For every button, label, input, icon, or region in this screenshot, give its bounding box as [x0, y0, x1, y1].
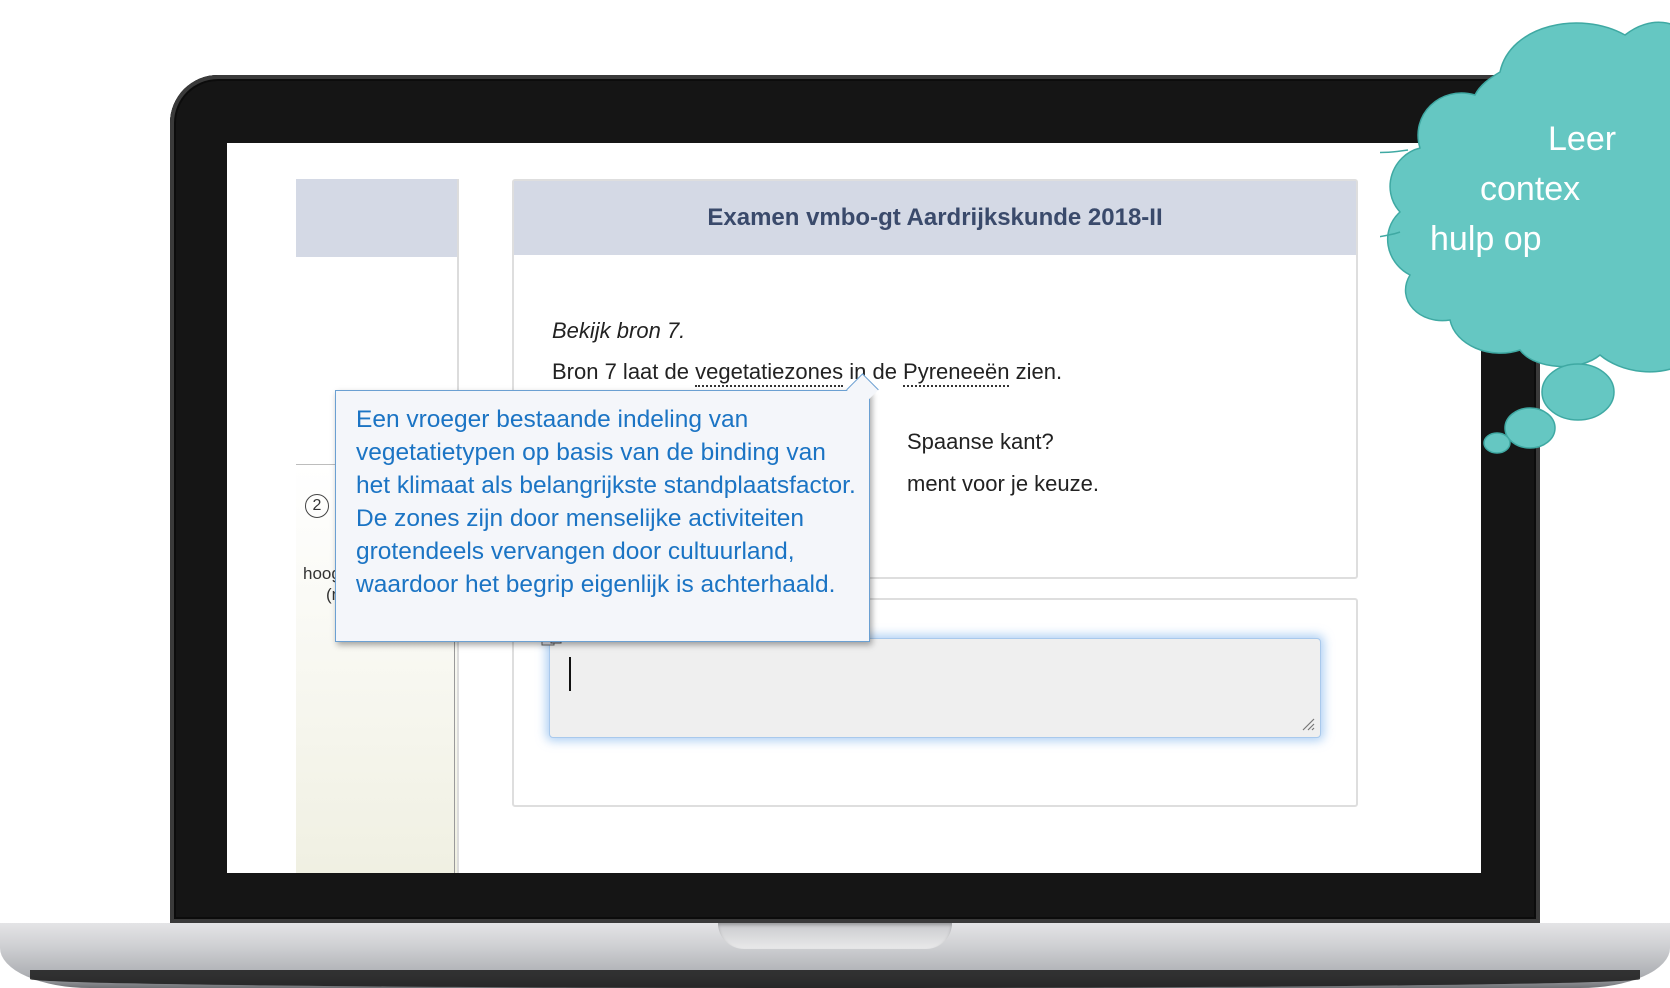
- question-instruction: Bekijk bron 7.: [552, 318, 686, 343]
- answer-overlay: [541, 630, 1319, 735]
- question-line-3: Spaanse kant?: [907, 429, 1054, 454]
- figure-circled-number: 2: [305, 494, 329, 518]
- laptop-screen: 2 hoog (m) ↑ Examen vmbo-gt Aardrijkskun…: [227, 143, 1481, 873]
- source-panel-header: [296, 179, 457, 257]
- cloud-line-3: hulp op: [1430, 220, 1542, 258]
- tooltip-definition: Een vroeger bestaande indeling van veget…: [356, 406, 856, 598]
- question-text-post: zien.: [1009, 359, 1063, 384]
- definition-tooltip: Een vroeger bestaande indeling van veget…: [335, 373, 879, 642]
- question-text-mid: in de: [843, 359, 904, 384]
- cloud-line-1: Leer: [1548, 120, 1617, 158]
- text-caret: [569, 657, 571, 691]
- term-vegetatiezones[interactable]: vegetatiezones: [695, 359, 844, 387]
- exam-title: Examen vmbo-gt Aardrijkskunde 2018-II: [514, 181, 1356, 255]
- cloud-line-2: contex: [1480, 170, 1581, 208]
- question-text: Bron 7 laat de vegetatiezones in de Pyre…: [552, 359, 1063, 387]
- question-line-4: ment voor je keuze.: [907, 471, 1099, 496]
- question-text-pre: Bron 7 laat de: [552, 359, 696, 384]
- laptop-notch: [718, 923, 952, 949]
- laptop-base-shadow: [30, 970, 1640, 988]
- resize-grip-icon[interactable]: [1301, 717, 1315, 731]
- term-pyreneeen[interactable]: Pyreneeën: [903, 359, 1010, 387]
